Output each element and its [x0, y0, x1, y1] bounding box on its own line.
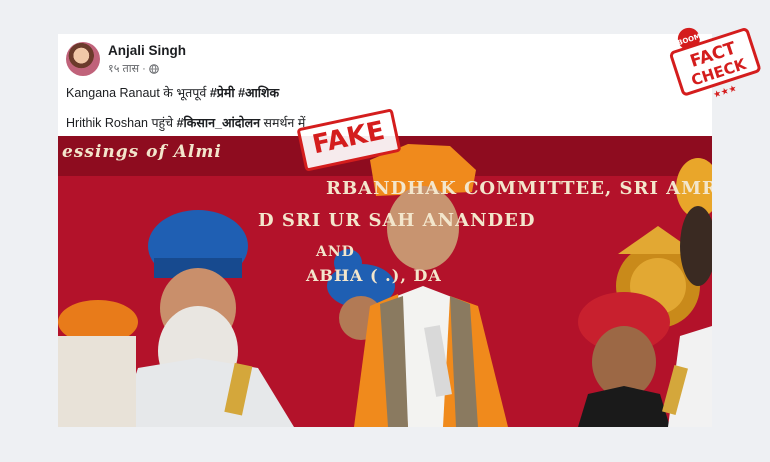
line1-text: Kangana Ranaut के भूतपूर्व — [66, 86, 210, 100]
author-name[interactable]: Anjali Singh — [108, 43, 186, 58]
facebook-post-card: Anjali Singh १५ तास · Kangana Ranaut के … — [58, 34, 712, 427]
post-photo[interactable]: essings of Almi RBANDHAK COMMITTEE, SRI … — [58, 136, 712, 427]
hashtag-kisan-andolan[interactable]: #किसान_आंदोलन — [177, 116, 260, 130]
meta-separator: · — [142, 62, 146, 75]
line2-text: Hrithik Roshan पहुंचे — [66, 116, 177, 130]
badge-stars: ★★★ — [712, 84, 738, 101]
banner-line-5: ABHA ( .), DA — [306, 266, 442, 285]
hashtag-premi[interactable]: #प्रेमी — [210, 86, 235, 100]
post-text-line-2: Hrithik Roshan पहुंचे #किसान_आंदोलन समर्… — [66, 114, 305, 131]
post-meta: १५ तास · — [108, 61, 159, 76]
post-text-line-1: Kangana Ranaut के भूतपूर्व #प्रेमी #आशिक — [66, 84, 279, 101]
banner-line-2: RBANDHAK COMMITTEE, SRI AMRITSA — [326, 178, 712, 199]
boom-fact-check-badge: BOOM FACT CHECK ★★★ — [669, 27, 761, 101]
avatar[interactable] — [66, 42, 100, 76]
banner-line-4: AND — [316, 244, 355, 260]
banner-line-1: essings of Almi — [62, 142, 222, 162]
post-time[interactable]: १५ तास — [108, 61, 139, 76]
globe-icon — [148, 63, 159, 74]
banner-line-3: D SRI UR SAH ANANDED — [258, 210, 536, 231]
hashtag-aashiq[interactable]: #आशिक — [238, 86, 279, 100]
